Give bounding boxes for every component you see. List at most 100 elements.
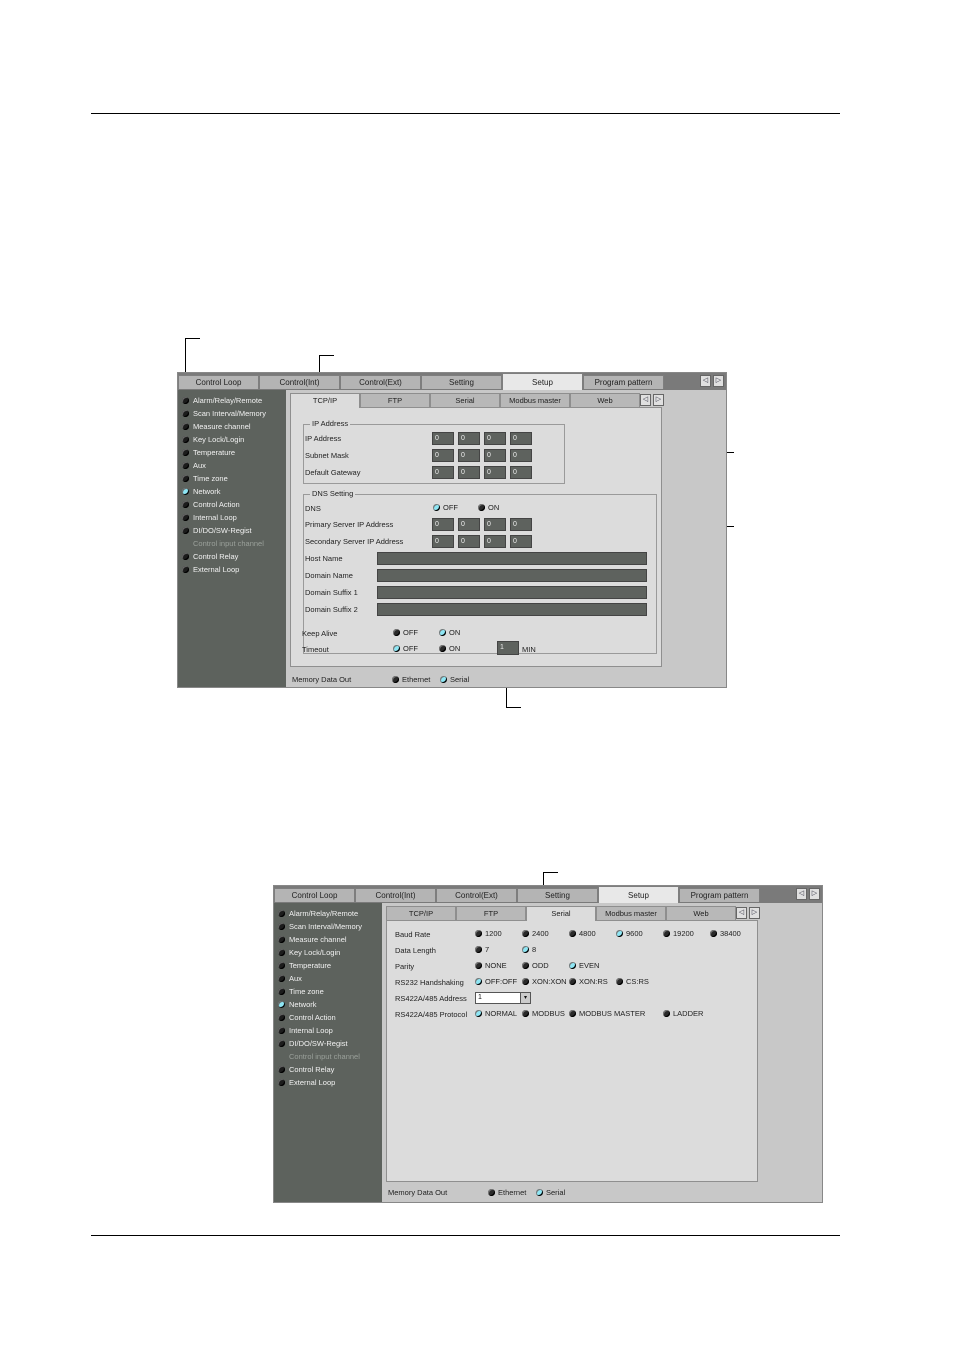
sidebar-item-control-relay[interactable]: Control Relay [182,550,238,563]
sidebar-item-measure-channel[interactable]: Measure channel [182,420,251,433]
octet-input[interactable]: 0 [458,535,480,548]
baud-rate-option[interactable]: 19200 [663,929,694,938]
handshake-option[interactable]: XON:RS [569,977,608,986]
arrow-right-icon[interactable]: ▷ [809,888,820,900]
main-tab-control-loop[interactable]: Control Loop [178,375,259,389]
tab-tcp-ip[interactable]: TCP/IP [386,906,456,920]
octet-input[interactable]: 0 [484,449,506,462]
main-tab-setup[interactable]: Setup [502,373,583,390]
octet-input[interactable]: 0 [484,432,506,445]
handshake-option[interactable]: OFF:OFF [475,977,517,986]
protocol-option[interactable]: MODBUS MASTER [569,1009,645,1018]
octet-input[interactable]: 0 [458,432,480,445]
timeout-on-radio[interactable]: ON [439,644,460,653]
baud-rate-option[interactable]: 9600 [616,929,643,938]
memory-serial-radio[interactable]: Serial [440,675,469,684]
sidebar-item-network[interactable]: Network [278,998,317,1011]
sidebar-item-network[interactable]: Network [182,485,221,498]
main-tab-control-int[interactable]: Control(Int) [259,375,340,389]
tab-ftp[interactable]: FTP [360,393,430,407]
data-length-option[interactable]: 7 [475,945,489,954]
keep-alive-off-radio[interactable]: OFF [393,628,418,637]
sidebar-item-temperature[interactable]: Temperature [182,446,235,459]
arrow-left-icon[interactable]: ◁ [736,907,747,919]
octet-input[interactable]: 0 [432,449,454,462]
handshake-option[interactable]: CS:RS [616,977,649,986]
sidebar-item-external-loop[interactable]: External Loop [182,563,239,576]
address-select[interactable]: 1 ▾ [475,992,531,1004]
octet-input[interactable]: 0 [510,449,532,462]
baud-rate-option[interactable]: 4800 [569,929,596,938]
timeout-off-radio[interactable]: OFF [393,644,418,653]
sidebar-item-control-action[interactable]: Control Action [182,498,240,511]
sidebar-item-internal-loop[interactable]: Internal Loop [182,511,237,524]
text-input[interactable] [377,569,647,582]
octet-input[interactable]: 0 [432,432,454,445]
parity-option[interactable]: EVEN [569,961,599,970]
keep-alive-on-radio[interactable]: ON [439,628,460,637]
tab-ftp[interactable]: FTP [456,906,526,920]
sidebar-item-aux[interactable]: Aux [278,972,302,985]
octet-input[interactable]: 0 [510,466,532,479]
sidebar-item-aux[interactable]: Aux [182,459,206,472]
tab-modbus-master[interactable]: Modbus master [596,906,666,920]
sidebar-item-control-relay[interactable]: Control Relay [278,1063,334,1076]
tab-tcp-ip[interactable]: TCP/IP [290,393,360,408]
octet-input[interactable]: 0 [484,535,506,548]
octet-input[interactable]: 0 [510,535,532,548]
sidebar-item-di-do-sw-regist[interactable]: DI/DO/SW-Regist [182,524,252,537]
sidebar-item-control-action[interactable]: Control Action [278,1011,336,1024]
tab-modbus-master[interactable]: Modbus master [500,393,570,407]
sidebar-item-scan-interval-memory[interactable]: Scan Interval/Memory [182,407,266,420]
protocol-option[interactable]: MODBUS [522,1009,565,1018]
dns-off-radio[interactable]: OFF [433,503,458,512]
sidebar-item-scan-interval-memory[interactable]: Scan Interval/Memory [278,920,362,933]
data-length-option[interactable]: 8 [522,945,536,954]
sidebar-item-external-loop[interactable]: External Loop [278,1076,335,1089]
sidebar-item-di-do-sw-regist[interactable]: DI/DO/SW-Regist [278,1037,348,1050]
sidebar-item-measure-channel[interactable]: Measure channel [278,933,347,946]
text-input[interactable] [377,586,647,599]
main-tab-setting[interactable]: Setting [517,888,598,902]
sidebar-item-time-zone[interactable]: Time zone [182,472,228,485]
octet-input[interactable]: 0 [510,432,532,445]
timeout-input[interactable]: 1 [497,641,519,655]
octet-input[interactable]: 0 [458,449,480,462]
arrow-left-icon[interactable]: ◁ [796,888,807,900]
sidebar-item-temperature[interactable]: Temperature [278,959,331,972]
parity-option[interactable]: NONE [475,961,507,970]
octet-input[interactable]: 0 [484,466,506,479]
main-tab-program-pattern[interactable]: Program pattern [679,888,760,902]
main-tab-program-pattern[interactable]: Program pattern [583,375,664,389]
sidebar-item-key-lock-login[interactable]: Key Lock/Login [182,433,244,446]
tab-serial[interactable]: Serial [526,906,596,921]
arrow-right-icon[interactable]: ▷ [749,907,760,919]
baud-rate-option[interactable]: 1200 [475,929,502,938]
main-tab-control-int[interactable]: Control(Int) [355,888,436,902]
tab-web[interactable]: Web [666,906,736,920]
handshake-option[interactable]: XON:XON [522,977,567,986]
octet-input[interactable]: 0 [432,466,454,479]
octet-input[interactable]: 0 [432,518,454,531]
main-tab-control-ext[interactable]: Control(Ext) [340,375,421,389]
baud-rate-option[interactable]: 38400 [710,929,741,938]
memory-ethernet-radio[interactable]: Ethernet [488,1188,526,1197]
main-tab-control-ext[interactable]: Control(Ext) [436,888,517,902]
sidebar-item-key-lock-login[interactable]: Key Lock/Login [278,946,340,959]
octet-input[interactable]: 0 [432,535,454,548]
octet-input[interactable]: 0 [458,518,480,531]
dns-on-radio[interactable]: ON [478,503,499,512]
octet-input[interactable]: 0 [484,518,506,531]
arrow-right-icon[interactable]: ▷ [713,375,724,387]
text-input[interactable] [377,552,647,565]
octet-input[interactable]: 0 [510,518,532,531]
arrow-left-icon[interactable]: ◁ [640,394,651,406]
text-input[interactable] [377,603,647,616]
tab-serial[interactable]: Serial [430,393,500,407]
protocol-option[interactable]: NORMAL [475,1009,517,1018]
octet-input[interactable]: 0 [458,466,480,479]
main-tab-setting[interactable]: Setting [421,375,502,389]
memory-serial-radio[interactable]: Serial [536,1188,565,1197]
tab-web[interactable]: Web [570,393,640,407]
sidebar-item-alarm-relay-remote[interactable]: Alarm/Relay/Remote [182,394,262,407]
